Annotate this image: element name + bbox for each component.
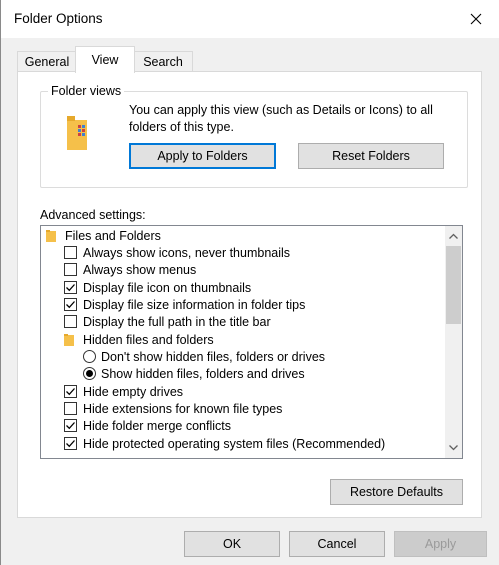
tab-general[interactable]: General [17, 51, 77, 72]
list-item-label: Display file icon on thumbnails [83, 280, 252, 295]
list-item[interactable]: Files and Folders [46, 227, 161, 244]
check-icon [66, 440, 75, 448]
advanced-settings-label: Advanced settings: [40, 208, 146, 222]
tab-search[interactable]: Search [133, 51, 193, 72]
folder-views-group: Folder views You can apply this view (su… [40, 84, 468, 188]
restore-defaults-label: Restore Defaults [349, 485, 444, 499]
list-item-label: Files and Folders [65, 228, 161, 243]
folder-icon [64, 333, 74, 346]
check-icon [66, 284, 75, 292]
folder-icon [46, 229, 56, 242]
scroll-down-button[interactable] [445, 439, 462, 456]
list-item-label: Show hidden files, folders and drives [101, 366, 305, 381]
list-item-label: Hide empty drives [83, 384, 184, 399]
list-item-label: Display the full path in the title bar [83, 314, 271, 329]
list-item[interactable]: Display the full path in the title bar [64, 313, 271, 330]
list-item-label: Hide folder merge conflicts [83, 418, 231, 433]
cancel-button[interactable]: Cancel [289, 531, 385, 557]
apply-button[interactable]: Apply [394, 531, 487, 557]
list-item-label: Hide protected operating system files (R… [83, 436, 386, 451]
tab-general-label: General [24, 55, 70, 69]
check-icon [66, 422, 75, 430]
tab-view[interactable]: View [75, 46, 135, 73]
view-tab-panel: Folder views You can apply this view (su… [17, 71, 482, 518]
vertical-scrollbar[interactable] [445, 226, 462, 458]
window-title: Folder Options [14, 11, 103, 26]
folder-views-label: Folder views [48, 84, 125, 98]
folder-views-icon [67, 116, 87, 150]
close-button[interactable] [461, 6, 491, 32]
apply-to-folders-button[interactable]: Apply to Folders [129, 143, 276, 169]
checkbox[interactable] [64, 402, 77, 415]
ok-label: OK [222, 537, 242, 551]
list-item[interactable]: Hide empty drives [64, 383, 183, 400]
checkbox[interactable] [64, 315, 77, 328]
restore-defaults-button[interactable]: Restore Defaults [330, 479, 463, 505]
checkbox-checked[interactable] [64, 298, 77, 311]
list-item[interactable]: Hide folder merge conflicts [64, 417, 231, 434]
cancel-label: Cancel [317, 537, 357, 551]
list-item[interactable]: Show hidden files, folders and drives [83, 365, 305, 382]
check-icon [66, 388, 75, 396]
list-item-label: Always show menus [83, 262, 197, 277]
title-bar: Folder Options [1, 0, 499, 38]
list-item[interactable]: Don't show hidden files, folders or driv… [83, 348, 325, 365]
checkbox[interactable] [64, 246, 77, 259]
list-item[interactable]: Display file icon on thumbnails [64, 279, 251, 296]
check-icon [66, 301, 75, 309]
scroll-thumb[interactable] [446, 246, 461, 324]
checkbox-checked[interactable] [64, 437, 77, 450]
list-item[interactable]: Always show icons, never thumbnails [64, 244, 290, 261]
checkbox-checked[interactable] [64, 385, 77, 398]
folder-views-description: You can apply this view (such as Details… [129, 103, 433, 134]
radio-button-selected[interactable] [83, 367, 96, 380]
list-item[interactable]: Hidden files and folders [64, 331, 214, 348]
close-icon [470, 13, 482, 25]
list-item-label: Don't show hidden files, folders or driv… [101, 349, 326, 364]
ok-button[interactable]: OK [184, 531, 280, 557]
reset-folders-button[interactable]: Reset Folders [298, 143, 444, 169]
tab-view-label: View [91, 53, 119, 67]
checkbox-checked[interactable] [64, 281, 77, 294]
advanced-settings-list[interactable]: Files and Folders Always show icons, nev… [40, 225, 463, 459]
reset-folders-label: Reset Folders [332, 149, 410, 163]
list-item-label: Display file size information in folder … [83, 297, 306, 312]
list-item[interactable]: Always show menus [64, 261, 196, 278]
chevron-up-icon [449, 233, 458, 239]
list-item[interactable]: Display file size information in folder … [64, 296, 305, 313]
chevron-down-icon [449, 444, 458, 450]
tab-search-label: Search [143, 55, 183, 69]
checkbox-checked[interactable] [64, 419, 77, 432]
list-item[interactable]: Hide extensions for known file types [64, 400, 282, 417]
apply-label: Apply [424, 537, 457, 551]
folder-options-dialog: Folder Options General View Search Folde… [1, 0, 499, 565]
list-item-label: Hidden files and folders [83, 332, 214, 347]
list-item-label: Hide extensions for known file types [83, 401, 283, 416]
scroll-up-button[interactable] [445, 227, 462, 244]
apply-to-folders-label: Apply to Folders [157, 149, 248, 163]
list-item-label: Always show icons, never thumbnails [83, 245, 291, 260]
checkbox[interactable] [64, 263, 77, 276]
radio-button[interactable] [83, 350, 96, 363]
list-item[interactable]: Hide protected operating system files (R… [64, 435, 385, 452]
